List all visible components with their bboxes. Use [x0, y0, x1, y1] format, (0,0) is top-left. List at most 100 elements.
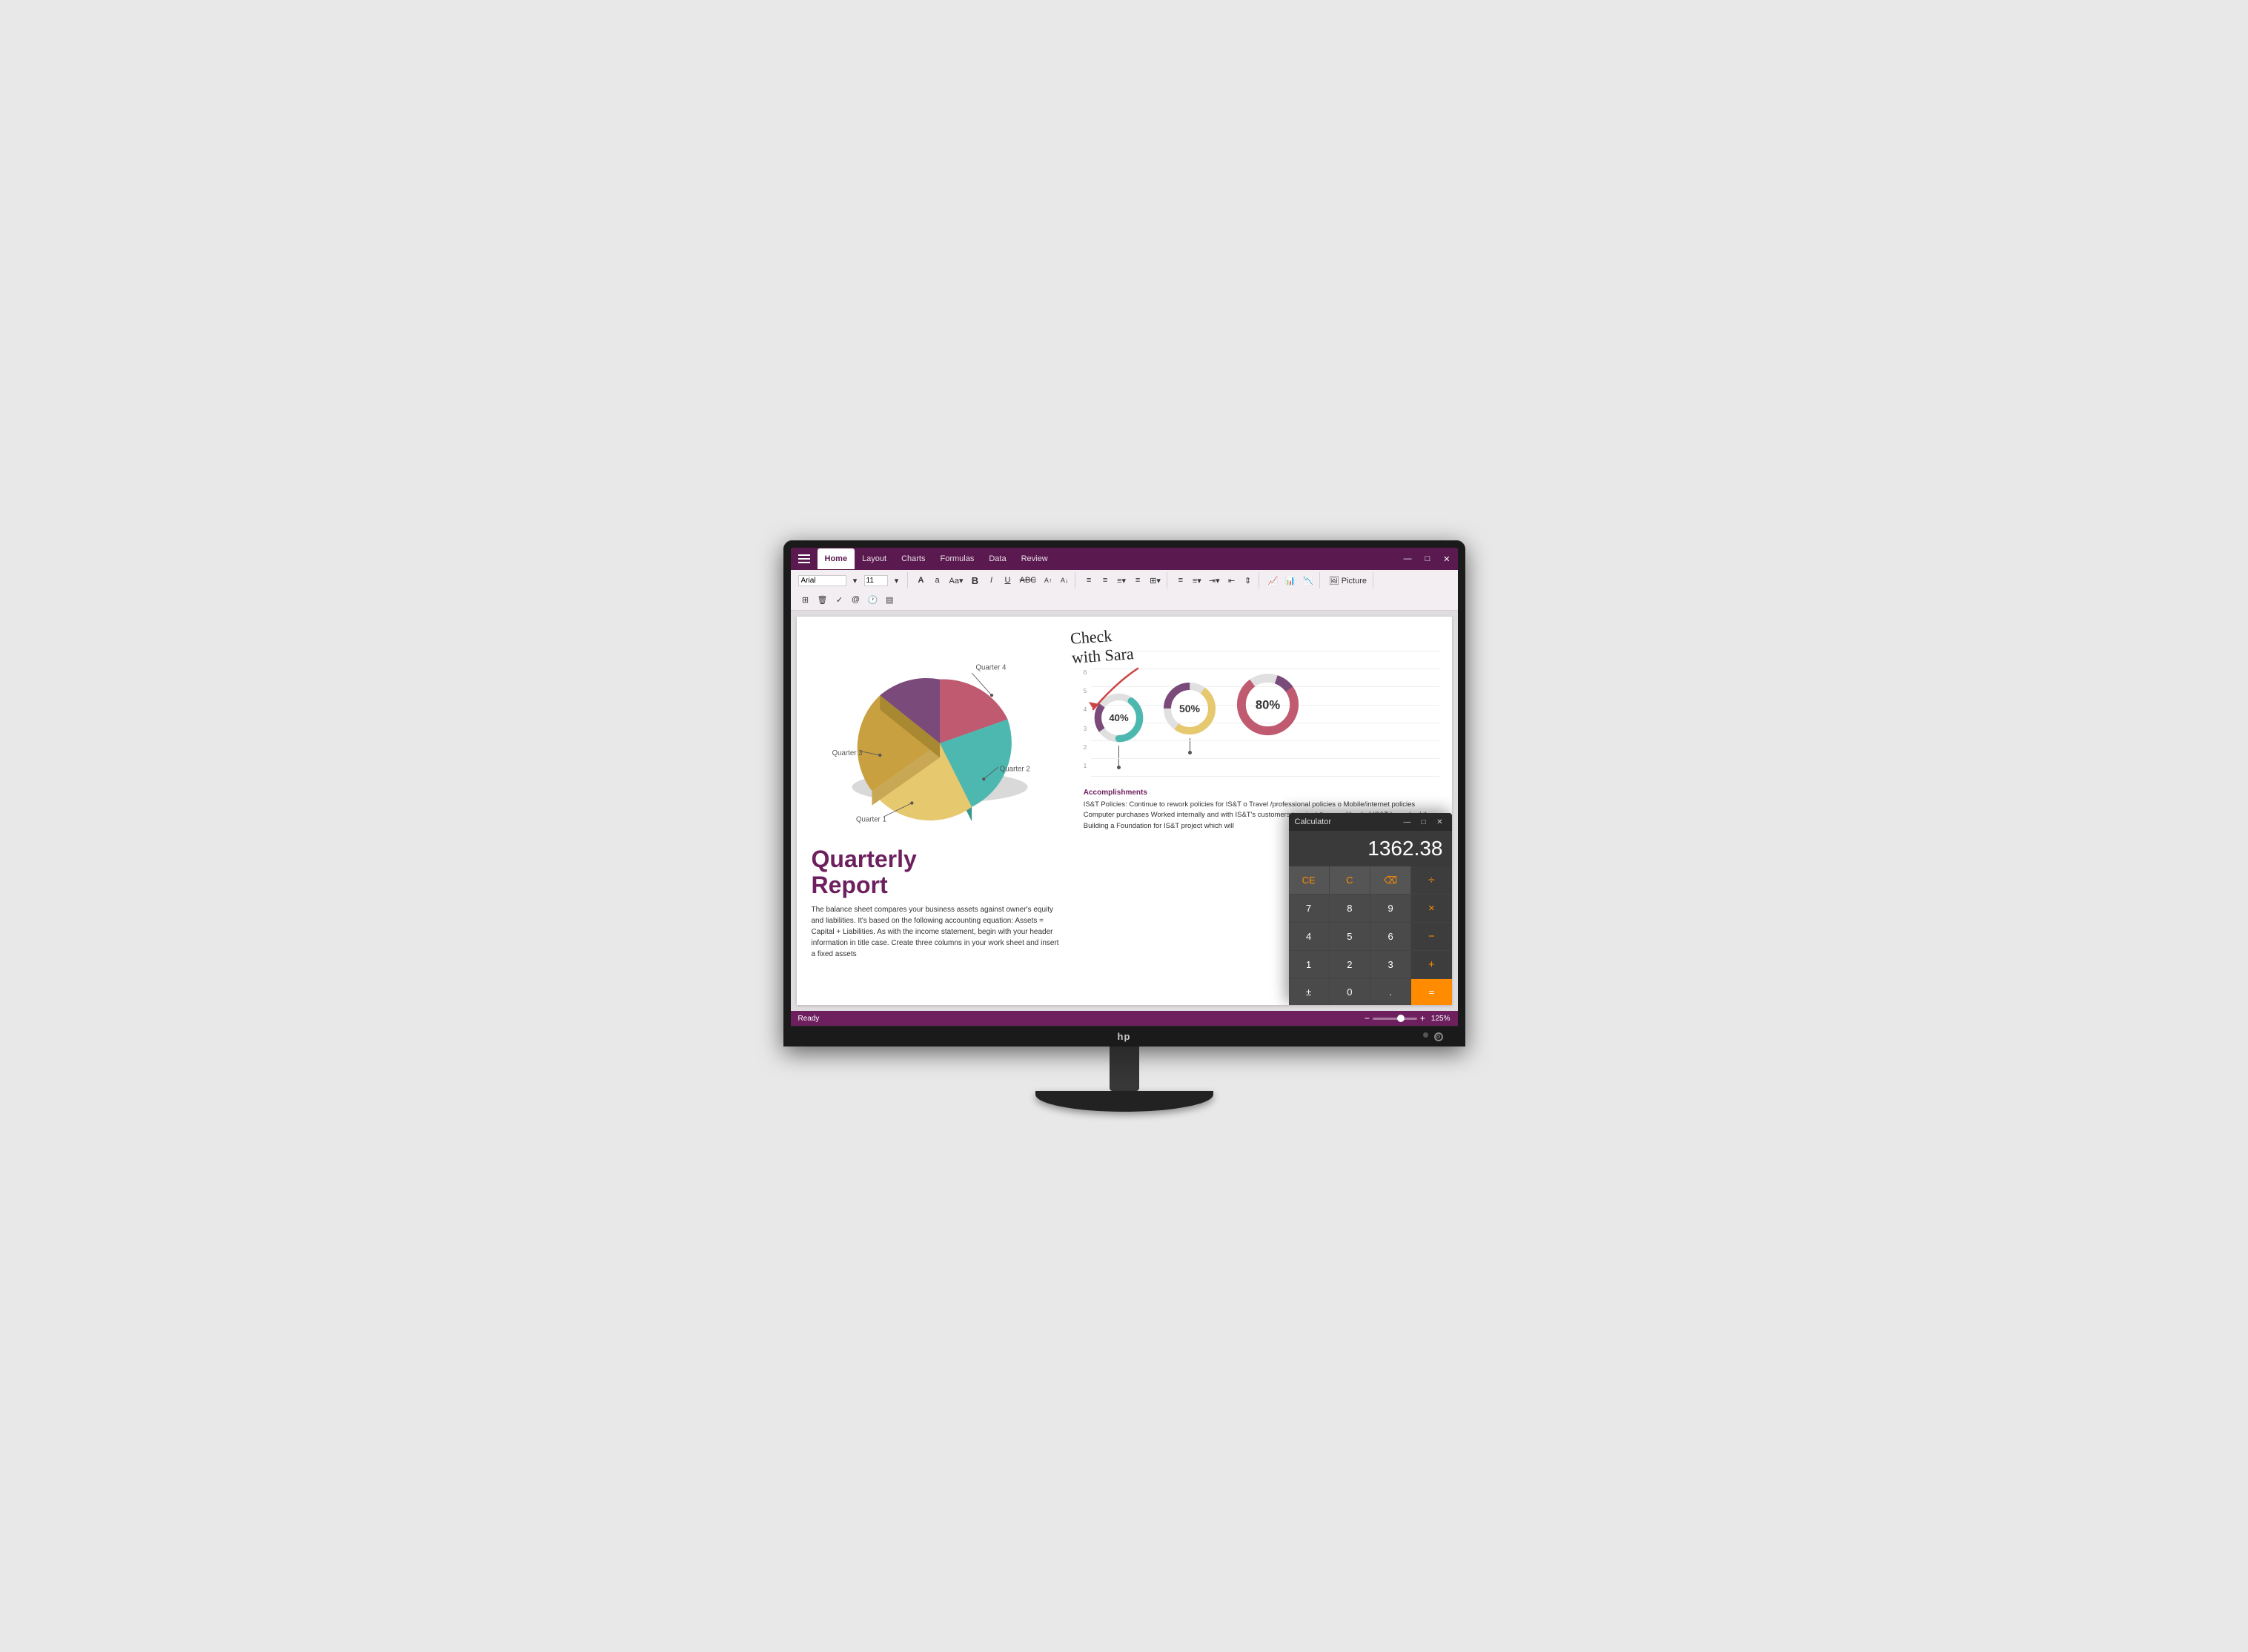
- power-button[interactable]: [1434, 1032, 1443, 1041]
- document-content: Check with Sara: [791, 611, 1458, 1011]
- calc-btn-2[interactable]: 2: [1330, 951, 1370, 978]
- calc-btn-plusminus[interactable]: ±: [1289, 979, 1329, 1005]
- power-button-ring: [1436, 1035, 1440, 1038]
- calc-btn-multiply[interactable]: ×: [1411, 895, 1451, 922]
- toolbar-font-group: ▾ ▾: [795, 572, 908, 588]
- calc-btn-1[interactable]: 1: [1289, 951, 1329, 978]
- subscript-button[interactable]: A↓: [1057, 572, 1072, 588]
- calc-btn-divide[interactable]: ÷: [1411, 866, 1451, 894]
- tab-home[interactable]: Home: [818, 548, 855, 569]
- check-button[interactable]: ✓: [832, 591, 846, 608]
- maximize-button[interactable]: □: [1421, 553, 1435, 565]
- monitor-bottom-bezel: hp: [791, 1026, 1458, 1046]
- close-button[interactable]: ✕: [1439, 553, 1454, 565]
- quarter4-label: Quarter 4: [975, 664, 1007, 672]
- hp-logo: hp: [1118, 1031, 1131, 1042]
- calc-btn-0[interactable]: 0: [1330, 979, 1370, 1005]
- chart-section: 1 2 3 4 5 6 7: [1084, 628, 1440, 777]
- calc-window-controls: — □ ✕: [1402, 818, 1446, 826]
- picture-button[interactable]: 🖼 Picture: [1326, 572, 1370, 588]
- settings-button[interactable]: ▤: [882, 591, 897, 608]
- zoom-level: 125%: [1431, 1015, 1450, 1023]
- calc-minimize-button[interactable]: —: [1402, 818, 1413, 826]
- font-name-input[interactable]: [798, 575, 846, 586]
- calc-btn-6[interactable]: 6: [1370, 923, 1410, 950]
- bullet-list-button[interactable]: ≡: [1173, 572, 1188, 588]
- calc-btn-3[interactable]: 3: [1370, 951, 1410, 978]
- outdent-button[interactable]: ⇤: [1224, 572, 1239, 588]
- calc-maximize-button[interactable]: □: [1418, 818, 1430, 826]
- calc-btn-add[interactable]: +: [1411, 951, 1451, 978]
- line-spacing-button[interactable]: ⇕: [1241, 572, 1256, 588]
- line-chart-button[interactable]: 📈: [1265, 572, 1282, 588]
- hamburger-menu-button[interactable]: [794, 548, 815, 569]
- calc-btn-backspace[interactable]: ⌫: [1370, 866, 1410, 894]
- calculator-buttons: CE C ⌫ ÷ 7 8 9 × 4 5 6 − 1: [1289, 866, 1452, 1005]
- donut-40: 40%: [1091, 690, 1147, 746]
- align-left-button[interactable]: ≡: [1081, 572, 1096, 588]
- zoom-thumb: [1397, 1015, 1405, 1022]
- italic-button[interactable]: I: [984, 572, 998, 588]
- monitor-indicator-lights: [1423, 1032, 1443, 1041]
- y-label-2: 2: [1084, 744, 1087, 751]
- indent-button[interactable]: ⇥▾: [1206, 572, 1223, 588]
- tab-charts[interactable]: Charts: [894, 548, 932, 569]
- calc-btn-CE[interactable]: CE: [1289, 866, 1329, 894]
- align-center-button[interactable]: ≡: [1098, 572, 1113, 588]
- tab-data[interactable]: Data: [981, 548, 1013, 569]
- toolbar-misc-group: ⊞ 🗑 ✓ @ 🕐 ▤: [795, 591, 901, 608]
- table-button[interactable]: ⊞: [798, 591, 813, 608]
- underline-button[interactable]: U: [1000, 572, 1015, 588]
- y-label-1: 1: [1084, 763, 1087, 769]
- quarter1-label: Quarter 1: [855, 815, 886, 823]
- tab-layout[interactable]: Layout: [855, 548, 894, 569]
- zoom-plus[interactable]: +: [1420, 1013, 1425, 1024]
- zoom-slider[interactable]: [1373, 1018, 1417, 1020]
- calc-btn-9[interactable]: 9: [1370, 895, 1410, 922]
- minimize-button[interactable]: —: [1399, 553, 1416, 565]
- font-small-button[interactable]: a: [930, 572, 945, 588]
- calc-btn-4[interactable]: 4: [1289, 923, 1329, 950]
- calc-btn-equals[interactable]: =: [1411, 979, 1451, 1005]
- quarter3-label: Quarter 3: [832, 749, 862, 757]
- strikethrough-button[interactable]: ABC: [1016, 572, 1039, 588]
- monitor-bezel: Home Layout Charts Formulas Data Review …: [783, 540, 1465, 1046]
- y-label-4: 4: [1084, 706, 1087, 713]
- superscript-button[interactable]: A↑: [1041, 572, 1055, 588]
- at-button[interactable]: @: [848, 591, 863, 608]
- svg-text:50%: 50%: [1179, 703, 1201, 714]
- justify-button[interactable]: ≡: [1130, 572, 1145, 588]
- bar-chart-button[interactable]: 📊: [1282, 572, 1299, 588]
- align-right-button[interactable]: ≡▾: [1114, 572, 1129, 588]
- bold-button[interactable]: A: [914, 572, 929, 588]
- calc-close-button[interactable]: ✕: [1434, 818, 1446, 826]
- toolbar: ▾ ▾ A a Aa▾ B I U ABC A↑ A↓: [791, 570, 1458, 611]
- pie-chart-svg: Quarter 4 Quarter 2 Quarter 1 Quarter 3: [812, 631, 1060, 839]
- zoom-minus[interactable]: −: [1365, 1013, 1370, 1024]
- monitor-screen: Home Layout Charts Formulas Data Review …: [791, 548, 1458, 1026]
- font-size-input[interactable]: [864, 575, 888, 586]
- delete-button[interactable]: 🗑: [815, 591, 831, 608]
- font-aa-button[interactable]: Aa▾: [946, 572, 966, 588]
- numbered-list-button[interactable]: ≡▾: [1190, 572, 1204, 588]
- donut-80: 80%: [1233, 669, 1303, 740]
- document-left-column: Quarter 4 Quarter 2 Quarter 1 Quarter 3: [797, 617, 1072, 1005]
- calc-btn-C[interactable]: C: [1330, 866, 1370, 894]
- calc-btn-8[interactable]: 8: [1330, 895, 1370, 922]
- font-dropdown-arrow[interactable]: ▾: [848, 572, 863, 588]
- tab-formulas[interactable]: Formulas: [933, 548, 982, 569]
- calc-btn-7[interactable]: 7: [1289, 895, 1329, 922]
- calc-btn-5[interactable]: 5: [1330, 923, 1370, 950]
- donut-80-container: 80%: [1233, 669, 1303, 740]
- tab-review[interactable]: Review: [1014, 548, 1055, 569]
- calc-btn-decimal[interactable]: .: [1370, 979, 1410, 1005]
- calc-btn-subtract[interactable]: −: [1411, 923, 1451, 950]
- clock-button[interactable]: 🕐: [864, 591, 881, 608]
- bold-B-button[interactable]: B: [967, 572, 982, 588]
- body-text: The balance sheet compares your business…: [812, 904, 1060, 960]
- area-chart-button[interactable]: 📉: [1300, 572, 1316, 588]
- columns-button[interactable]: ⊞▾: [1147, 572, 1164, 588]
- font-size-arrow[interactable]: ▾: [889, 572, 904, 588]
- calculator-display: 1362.38: [1289, 831, 1452, 866]
- toolbar-list-group: ≡ ≡▾ ⇥▾ ⇤ ⇕: [1170, 572, 1259, 588]
